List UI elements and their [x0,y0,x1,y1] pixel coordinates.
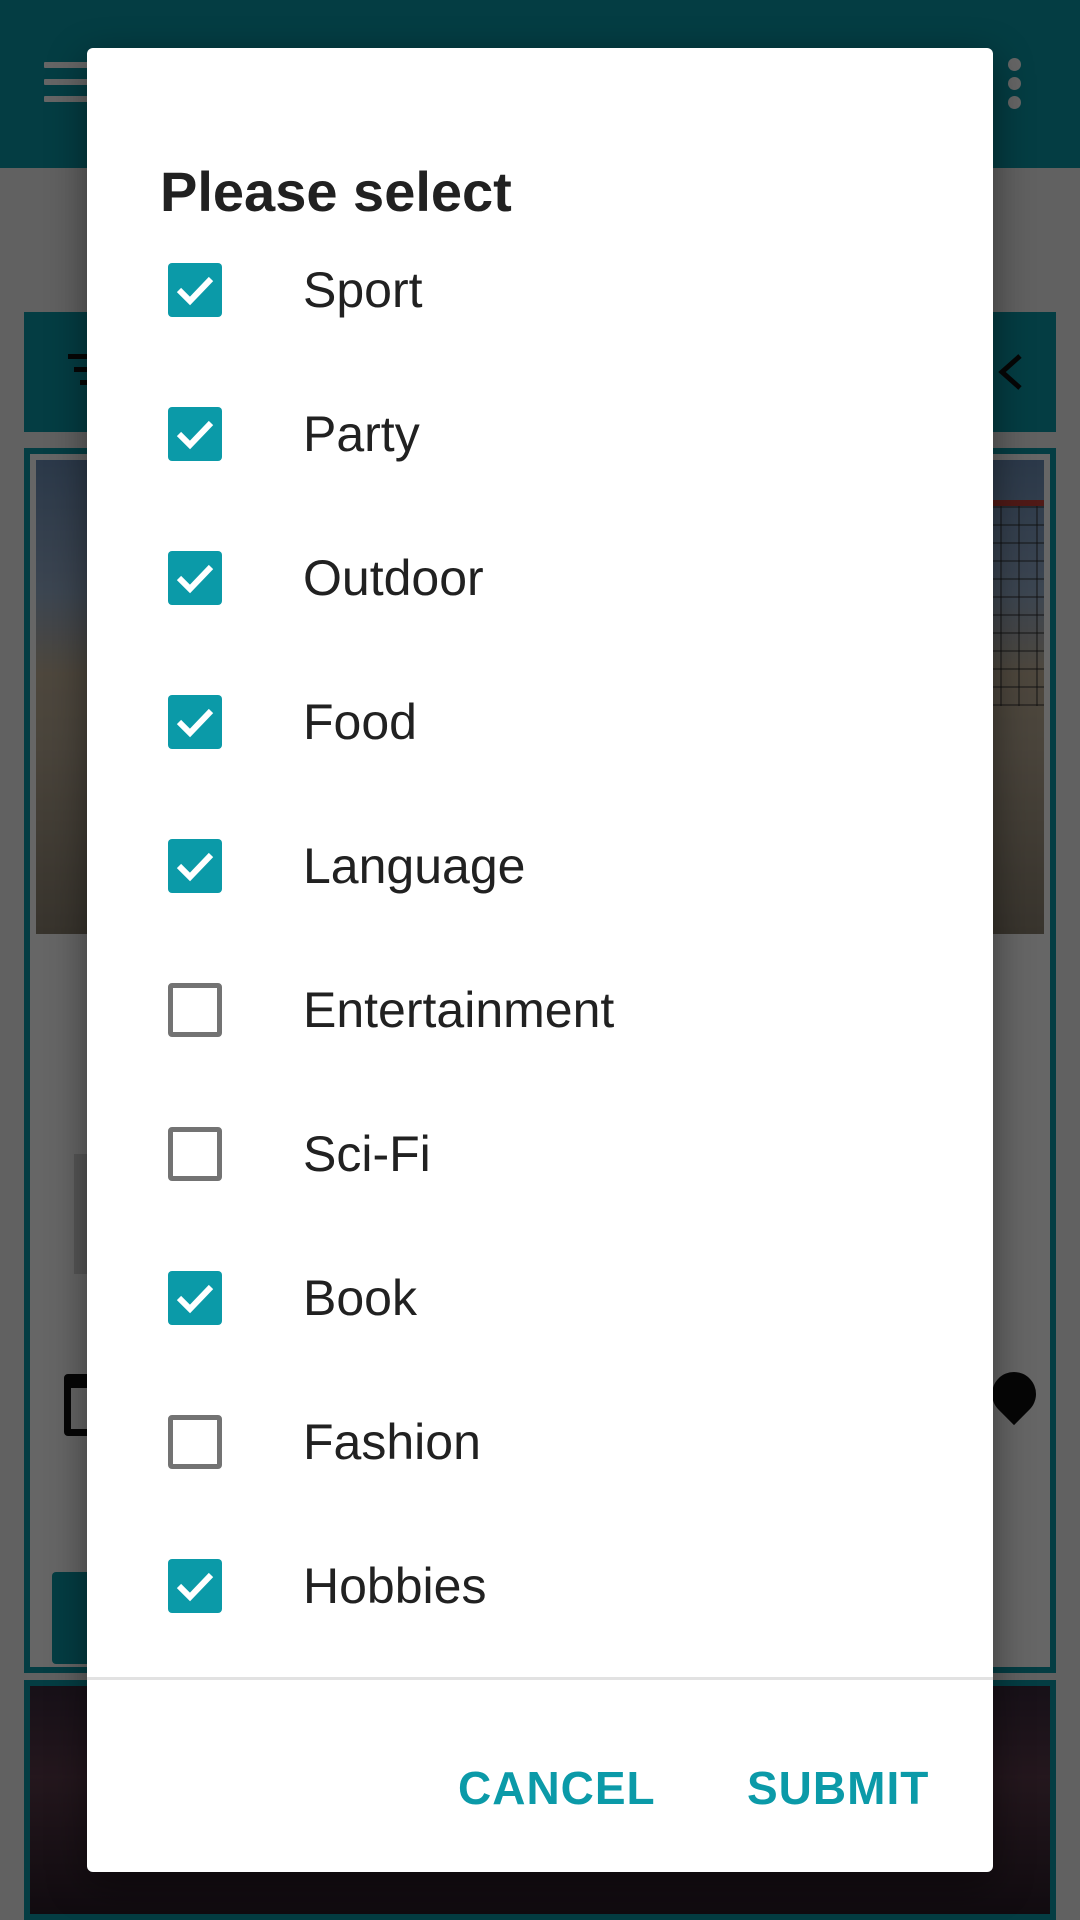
checkbox-checked[interactable] [168,407,222,461]
checkmark-icon [176,1284,214,1314]
option-label: Entertainment [303,982,615,1038]
option-row-hobbies[interactable]: Hobbies [87,1512,993,1656]
checkmark-icon [176,564,214,594]
checkbox-checked[interactable] [168,1271,222,1325]
checkmark-icon [176,852,214,882]
checkbox-checked[interactable] [168,839,222,893]
option-label: Fashion [303,1414,481,1470]
option-label: Book [303,1270,417,1326]
option-row-sport[interactable]: Sport [87,216,993,360]
option-row-sci-fi[interactable]: Sci-Fi [87,1080,993,1224]
checkbox-checked[interactable] [168,263,222,317]
checkbox-checked[interactable] [168,1559,222,1613]
option-label: Sport [303,262,423,318]
checkmark-icon [176,276,214,306]
option-row-entertainment[interactable]: Entertainment [87,936,993,1080]
option-row-party[interactable]: Party [87,360,993,504]
checkbox-checked[interactable] [168,551,222,605]
option-row-outdoor[interactable]: Outdoor [87,504,993,648]
option-label: Language [303,838,526,894]
checkbox-unchecked[interactable] [168,983,222,1037]
cancel-button[interactable]: CANCEL [458,1748,656,1828]
checkmark-icon [176,708,214,738]
checkmark-icon [176,420,214,450]
dialog-divider [87,1677,993,1680]
option-row-food[interactable]: Food [87,648,993,792]
checkbox-unchecked[interactable] [168,1415,222,1469]
option-row-fashion[interactable]: Fashion [87,1368,993,1512]
option-label: Hobbies [303,1558,487,1614]
option-label: Party [303,406,420,462]
checkmark-icon [176,1572,214,1602]
option-row-book[interactable]: Book [87,1224,993,1368]
option-label: Sci-Fi [303,1126,431,1182]
submit-button[interactable]: SUBMIT [747,1748,929,1828]
checkbox-checked[interactable] [168,695,222,749]
option-list: Sport Party Outdoor Food Language Entertainme… [87,216,993,1656]
option-row-language[interactable]: Language [87,792,993,936]
option-label: Food [303,694,417,750]
option-label: Outdoor [303,550,484,606]
checkbox-unchecked[interactable] [168,1127,222,1181]
select-dialog: Please select Sport Party Outdoor Food Langu… [87,48,993,1872]
